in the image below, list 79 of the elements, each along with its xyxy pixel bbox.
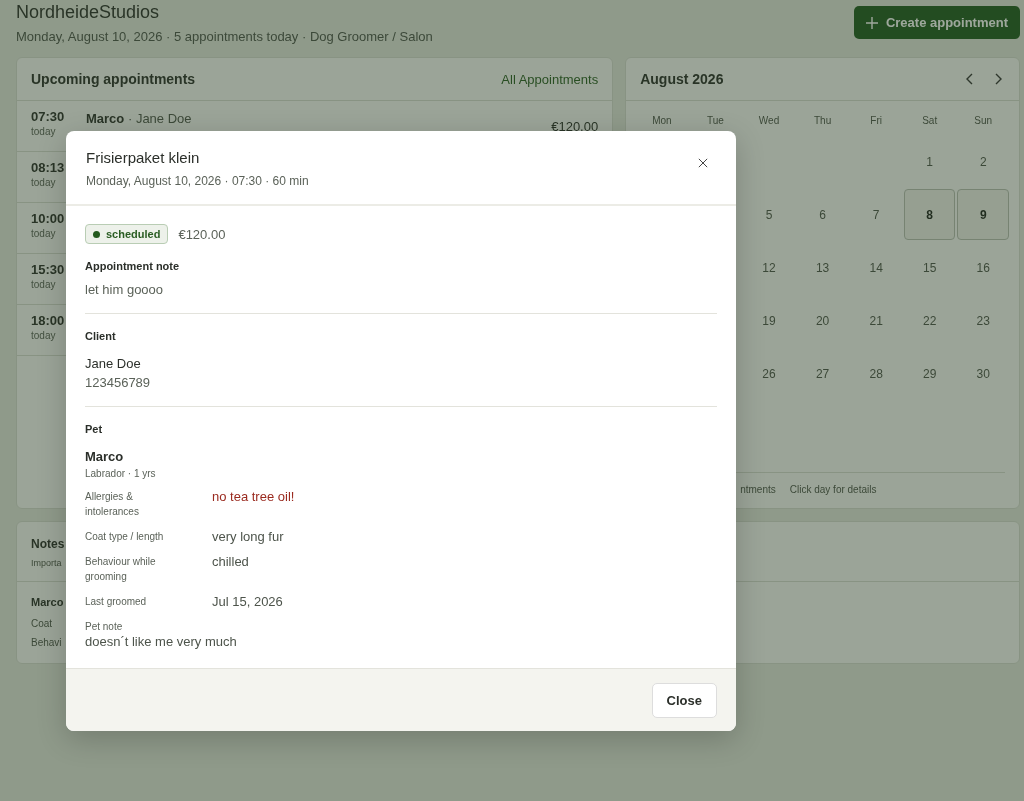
appointment-time: 07:30 bbox=[31, 109, 66, 124]
field-label: Coat type / length bbox=[85, 530, 165, 544]
field-label: Allergies & intolerances bbox=[85, 490, 140, 519]
calendar-day[interactable]: 20 bbox=[796, 295, 849, 346]
weekday-label: Sun bbox=[973, 114, 994, 128]
appointment-pet-client: Marco · Jane Doe bbox=[86, 111, 192, 126]
appointment-price: €120.00 bbox=[551, 118, 599, 134]
appointment-time: 15:30 bbox=[31, 262, 66, 277]
field-label: Last groomed bbox=[85, 595, 148, 609]
calendar-day[interactable]: 21 bbox=[850, 295, 902, 346]
calendar-day[interactable]: 22 bbox=[903, 295, 956, 346]
calendar-day[interactable]: 27 bbox=[796, 348, 849, 399]
dialog-subtitle: Monday, August 10, 2026 · 07:30 · 60 min bbox=[86, 174, 309, 188]
calendar-day[interactable]: 12 bbox=[743, 242, 795, 293]
note-label: Coat bbox=[31, 618, 53, 629]
calendar-day[interactable]: 14 bbox=[850, 242, 902, 293]
calendar-day[interactable]: 8 bbox=[903, 189, 956, 240]
field-value: Jul 15, 2026 bbox=[212, 594, 283, 609]
section-label: Client bbox=[85, 330, 117, 342]
calendar-day[interactable]: 23 bbox=[957, 295, 1009, 346]
legend-text: ntments bbox=[740, 484, 776, 495]
calendar-day[interactable]: 28 bbox=[850, 348, 902, 399]
dialog-title: Frisierpaket klein bbox=[86, 149, 201, 166]
appointment-day: today bbox=[31, 228, 86, 239]
calendar-day[interactable]: 15 bbox=[903, 242, 956, 293]
calendar-day[interactable]: 13 bbox=[796, 242, 849, 293]
appointment-time: 18:00 bbox=[31, 313, 66, 328]
close-button[interactable]: Close bbox=[651, 682, 717, 718]
appointment-time: 10:00 bbox=[31, 211, 66, 226]
calendar-day[interactable]: 16 bbox=[957, 242, 1009, 293]
pet-info: Labrador · 1 yrs bbox=[85, 468, 157, 479]
weekday-label: Fri bbox=[869, 114, 883, 128]
weekday-label: Mon bbox=[651, 114, 673, 128]
note-label: Behavi bbox=[31, 637, 62, 648]
client-name: Jane Doe bbox=[85, 356, 142, 371]
app-title: NordheideStudios bbox=[16, 2, 161, 23]
appointment-day: today bbox=[31, 279, 86, 290]
section-label: Appointment note bbox=[85, 260, 181, 272]
appointment-day: today bbox=[31, 177, 86, 188]
weekday-label: Thu bbox=[812, 114, 833, 128]
calendar-day[interactable]: 1 bbox=[903, 136, 956, 187]
field-label: Pet note bbox=[85, 620, 124, 634]
field-value: doesn´t like me very much bbox=[85, 634, 238, 649]
card-title: Upcoming appointments bbox=[31, 71, 196, 87]
field-value: very long fur bbox=[212, 529, 284, 544]
legend-text: Click day for details bbox=[789, 484, 877, 495]
calendar-day[interactable]: 30 bbox=[957, 348, 1009, 399]
calendar-day[interactable]: 2 bbox=[957, 136, 1009, 187]
plus-icon bbox=[865, 16, 878, 29]
pet-name: Marco bbox=[85, 449, 125, 464]
weekday-label: Sat bbox=[921, 114, 939, 128]
create-appointment-button[interactable]: Create appointment bbox=[853, 6, 1020, 39]
appointment-note: let him goooo bbox=[85, 282, 165, 297]
calendar-month: August 2026 bbox=[640, 71, 724, 87]
field-value: no tea tree oil! bbox=[212, 489, 295, 506]
calendar-day[interactable]: 5 bbox=[743, 189, 795, 240]
appointment-price: €120.00 bbox=[178, 226, 226, 242]
status-badge: scheduled bbox=[85, 224, 169, 244]
appointment-day: today bbox=[31, 330, 86, 341]
calendar-day[interactable]: 26 bbox=[743, 348, 795, 399]
section-label: Pet bbox=[85, 423, 104, 435]
card-subtitle: Importa bbox=[31, 558, 62, 568]
close-icon[interactable] bbox=[698, 158, 708, 168]
appointment-day: today bbox=[31, 126, 86, 137]
appointment-time: 08:13 bbox=[31, 160, 66, 175]
calendar-day[interactable]: 6 bbox=[796, 189, 849, 240]
weekday-label: Wed bbox=[757, 114, 781, 128]
field-label: Behaviour while grooming bbox=[85, 555, 157, 584]
calendar-day[interactable]: 7 bbox=[850, 189, 902, 240]
all-appointments-link[interactable]: All Appointments bbox=[501, 71, 599, 87]
weekday-label: Tue bbox=[706, 114, 725, 128]
calendar-day[interactable]: 29 bbox=[903, 348, 956, 399]
field-value: chilled bbox=[212, 554, 249, 571]
calendar-day[interactable]: 9 bbox=[957, 189, 1009, 240]
calendar-day[interactable]: 19 bbox=[743, 295, 795, 346]
card-title: Notes bbox=[31, 537, 65, 551]
client-phone: 123456789 bbox=[85, 375, 152, 390]
pet-name: Marco bbox=[31, 596, 64, 608]
page-subtitle: Monday, August 10, 2026 · 5 appointments today · Dog Groomer / Salon bbox=[16, 29, 433, 44]
